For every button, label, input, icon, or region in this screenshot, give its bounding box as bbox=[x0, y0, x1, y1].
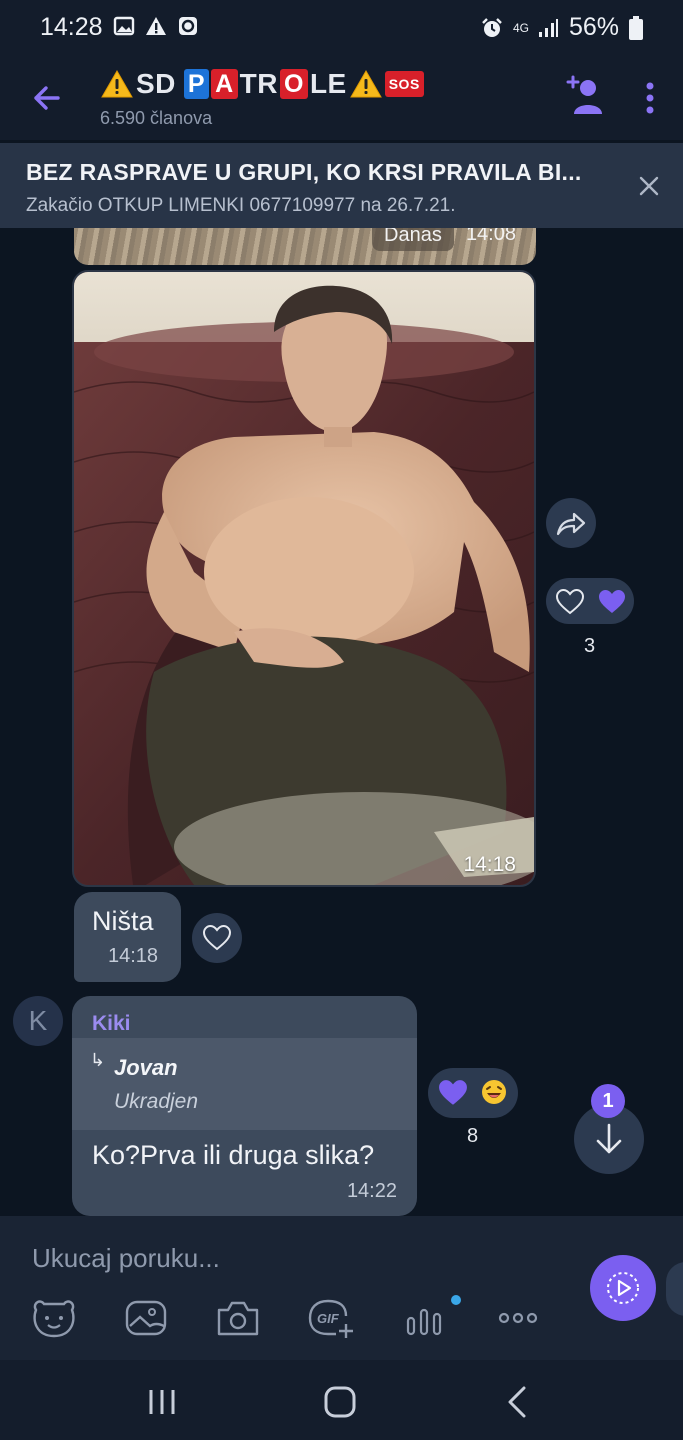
svg-text:GIF: GIF bbox=[317, 1311, 340, 1326]
purple-heart-icon bbox=[599, 590, 625, 613]
message-input[interactable] bbox=[32, 1238, 552, 1278]
reaction-bar[interactable] bbox=[428, 1068, 518, 1118]
photo-image bbox=[74, 272, 534, 885]
chat-header: SD P A TR O LE SOS 6.590 članova bbox=[0, 56, 683, 140]
pinned-subtitle: Zakačio OTKUP LIMENKI 0677109977 na 26.7… bbox=[26, 195, 456, 216]
system-nav-bar bbox=[0, 1360, 683, 1440]
group-title[interactable]: SD P A TR O LE SOS bbox=[100, 68, 424, 100]
battery-percent: 56% bbox=[568, 13, 619, 41]
title-part-p: P bbox=[183, 69, 210, 99]
warning-emoji-icon bbox=[349, 69, 382, 98]
sticker-icon[interactable] bbox=[30, 1296, 78, 1340]
laughing-emoji-icon bbox=[482, 1080, 506, 1104]
title-part-le: LE bbox=[309, 68, 347, 99]
sender-name[interactable]: Kiki bbox=[92, 1012, 131, 1036]
reaction-count: 8 bbox=[467, 1125, 479, 1147]
more-options-icon[interactable] bbox=[634, 78, 666, 118]
like-button[interactable] bbox=[192, 913, 242, 963]
image-notification-icon bbox=[113, 16, 135, 36]
pinned-title: BEZ RASPRAVE U GRUPI, KO KRSI PRAVILA BI… bbox=[26, 159, 582, 185]
network-type: 4G bbox=[512, 20, 529, 35]
previous-photo-message[interactable]: Danas 14:08 bbox=[74, 228, 536, 265]
warning-emoji-icon bbox=[101, 69, 133, 98]
signal-icon bbox=[538, 18, 558, 37]
photo-message[interactable]: 14:18 bbox=[72, 270, 536, 887]
share-arrow-icon bbox=[556, 512, 586, 536]
unread-badge: 1 bbox=[591, 1084, 625, 1118]
title-part-a: A bbox=[211, 69, 238, 99]
battery-icon bbox=[629, 15, 643, 40]
arrow-down-icon bbox=[596, 1123, 622, 1154]
title-part-sd: SD bbox=[136, 68, 176, 99]
heart-outline-icon bbox=[203, 925, 231, 951]
message-text: Ko?Prva ili druga slika? bbox=[92, 1140, 375, 1170]
message-time: 14:18 bbox=[463, 853, 516, 876]
gallery-icon[interactable] bbox=[122, 1296, 170, 1340]
message-time: 14:18 bbox=[108, 945, 159, 967]
title-part-o: O bbox=[279, 69, 308, 99]
poll-icon[interactable] bbox=[400, 1296, 448, 1340]
title-part-tr: TR bbox=[239, 68, 278, 99]
message-time: 14:22 bbox=[346, 1180, 397, 1202]
reply-arrow-icon: ↳ bbox=[90, 1050, 106, 1070]
gif-icon[interactable]: GIF bbox=[306, 1296, 354, 1340]
status-bar: 14:28 4G 56% bbox=[0, 0, 683, 56]
new-indicator-dot bbox=[451, 1295, 461, 1305]
alarm-icon bbox=[482, 17, 502, 37]
reaction-bar[interactable] bbox=[546, 578, 634, 624]
recent-apps-icon[interactable] bbox=[142, 1382, 182, 1422]
quoted-author: Jovan bbox=[114, 1055, 178, 1080]
forward-button[interactable] bbox=[546, 498, 596, 548]
camera-icon[interactable] bbox=[214, 1296, 262, 1340]
sos-badge: SOS bbox=[384, 71, 424, 97]
status-time: 14:28 bbox=[40, 13, 103, 41]
more-icon[interactable] bbox=[494, 1296, 542, 1340]
reply-message[interactable]: Kiki ↳ Jovan Ukradjen Ko?Prva ili druga … bbox=[72, 996, 417, 1216]
text-message[interactable]: Ništa 14:18 bbox=[74, 892, 181, 982]
close-icon[interactable] bbox=[638, 175, 660, 197]
send-button[interactable] bbox=[590, 1255, 656, 1321]
pinned-message-banner[interactable]: BEZ RASPRAVE U GRUPI, KO KRSI PRAVILA BI… bbox=[0, 143, 683, 228]
play-icon bbox=[607, 1272, 639, 1304]
composer: GIF bbox=[0, 1216, 683, 1360]
date-label: Danas bbox=[372, 228, 454, 251]
avatar[interactable]: K bbox=[13, 996, 63, 1046]
home-icon[interactable] bbox=[320, 1382, 360, 1422]
back-nav-icon[interactable] bbox=[498, 1382, 538, 1422]
heart-outline-icon[interactable] bbox=[556, 589, 584, 615]
purple-heart-icon bbox=[439, 1080, 467, 1105]
add-member-icon[interactable] bbox=[566, 74, 604, 118]
quoted-message[interactable]: ↳ Jovan Ukradjen bbox=[72, 1038, 417, 1130]
reaction-count: 3 bbox=[584, 635, 596, 657]
back-arrow-icon[interactable] bbox=[28, 78, 68, 118]
member-count: 6.590 članova bbox=[100, 108, 213, 128]
warning-notification-icon bbox=[146, 17, 166, 35]
viber-notification-icon bbox=[179, 17, 197, 35]
message-text: Ništa bbox=[92, 906, 154, 936]
message-list[interactable]: Danas 14:08 14:18 3 Ništa 14:18 K Kiki ↳… bbox=[0, 228, 683, 1216]
message-time: 14:08 bbox=[465, 228, 516, 245]
quoted-text: Ukradjen bbox=[114, 1090, 199, 1113]
